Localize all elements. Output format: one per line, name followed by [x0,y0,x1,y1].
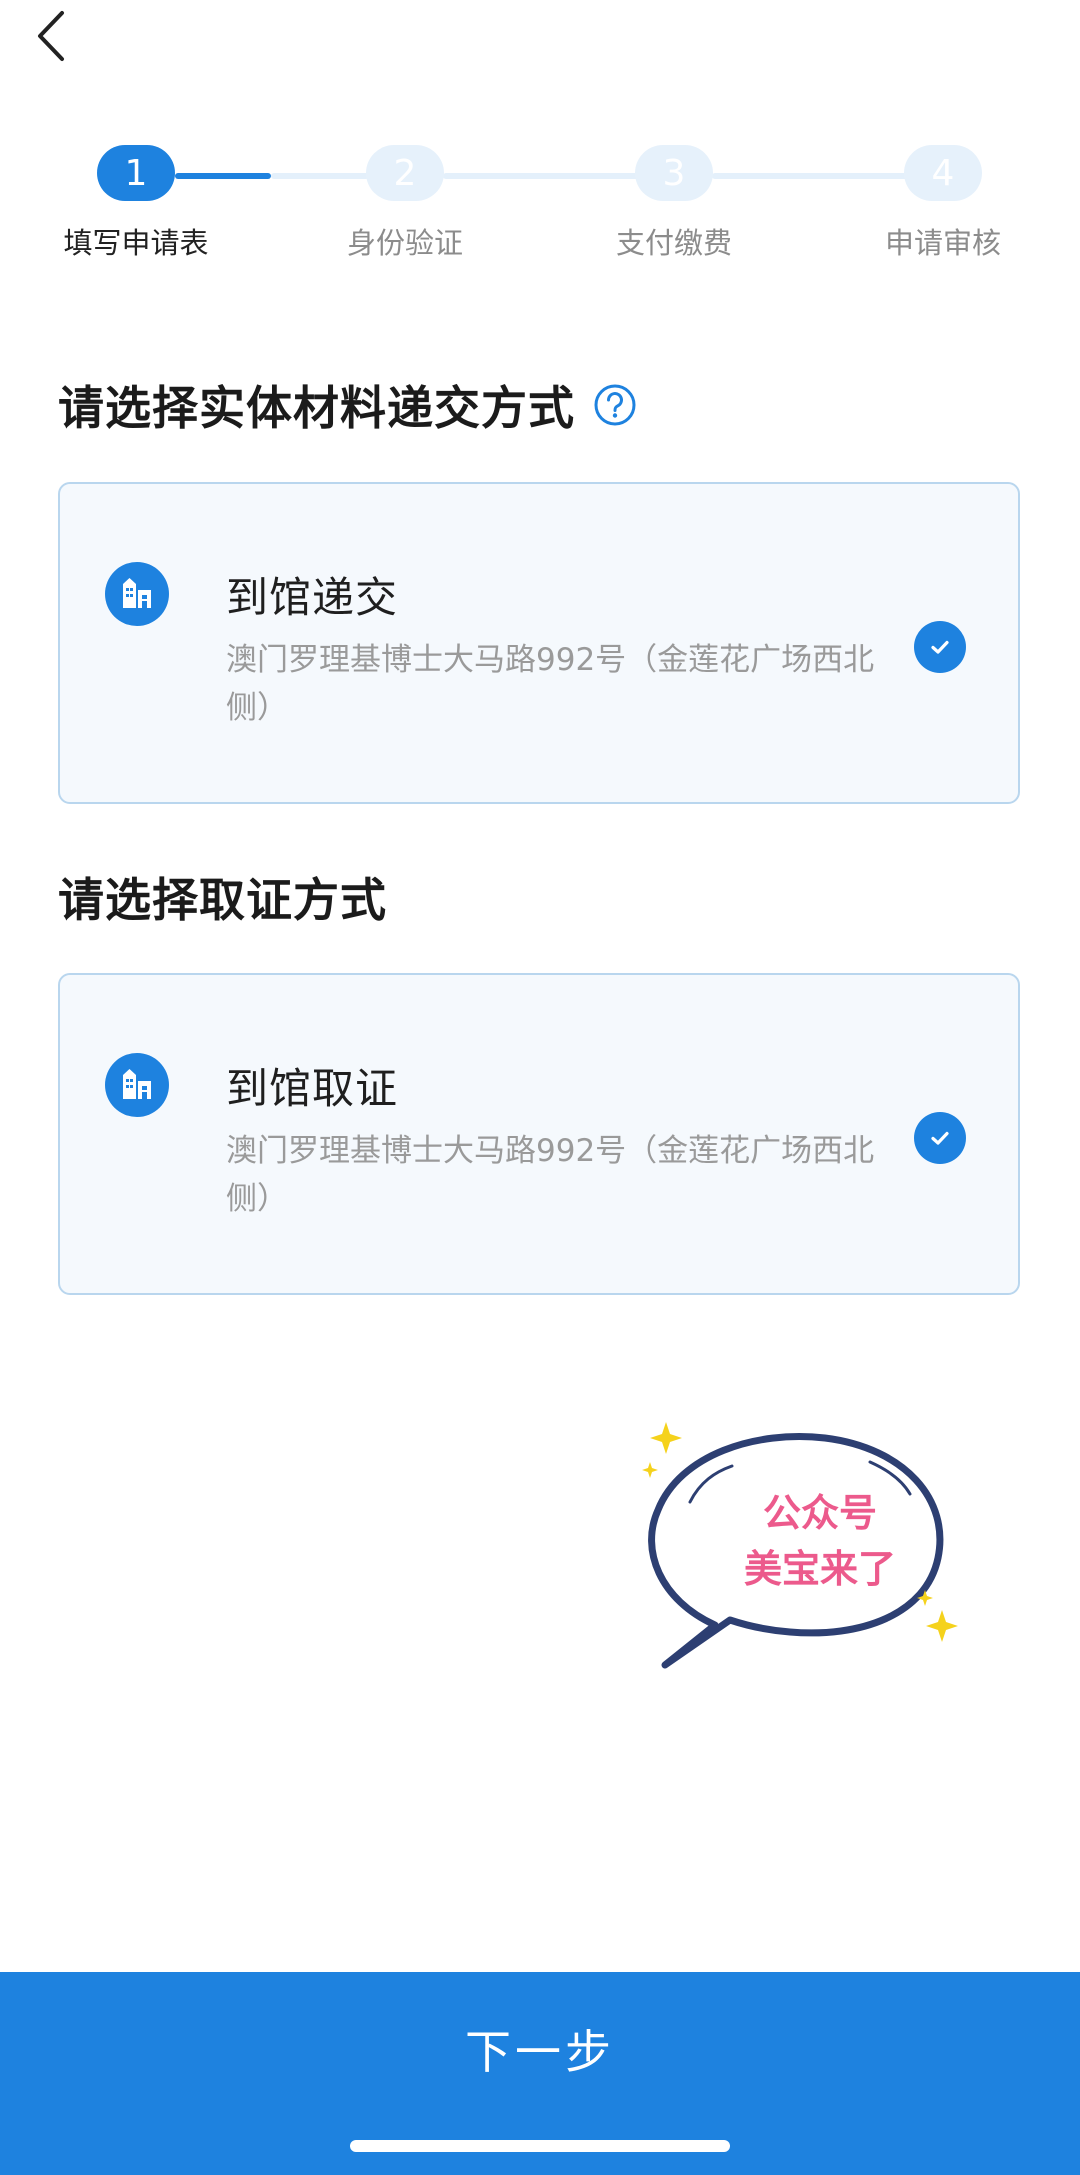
progress-stepper: 1 2 3 4 填写申请表 身份验证 支付缴费 申请审核 [0,145,1080,275]
check-circle-icon[interactable] [914,1112,966,1164]
submission-option-card[interactable]: 到馆递交 澳门罗理基博士大马路992号（金莲花广场西北侧） [58,482,1020,804]
step-connector-1 [175,173,271,179]
step-3-label: 支付缴费 [615,226,732,260]
step-4-label: 申请审核 [884,226,1001,260]
building-icon [105,1053,169,1117]
next-step-button[interactable]: 下一步 [0,1972,1080,2175]
step-connector-2 [443,173,639,179]
step-connector-1b [271,173,369,179]
submission-option-address: 澳门罗理基博士大马路992号（金莲花广场西北侧） [226,642,875,726]
sticker-line-1: 公众号 [762,1491,877,1535]
submission-option-title: 到馆递交 [226,573,399,622]
step-1-circle: 1 [97,145,175,201]
back-button[interactable] [26,6,76,66]
watermark-sticker: 公众号 美宝来了 [620,1410,970,1680]
pickup-option-address: 澳门罗理基博士大马路992号（金莲花广场西北侧） [226,1133,875,1217]
chevron-left-icon [38,11,64,61]
pickup-title-text: 请选择取证方式 [58,873,387,927]
step-connector-3 [712,173,908,179]
building-icon [105,562,169,626]
pickup-section-title: 请选择取证方式 [58,864,387,930]
question-circle-icon[interactable] [593,383,637,427]
submission-title-text: 请选择实体材料递交方式 [58,381,575,435]
step-1-label: 填写申请表 [63,226,209,260]
pickup-option-title: 到馆取证 [226,1064,399,1113]
home-indicator[interactable] [350,2140,730,2152]
next-step-label: 下一步 [465,2025,615,2079]
check-circle-icon[interactable] [914,621,966,673]
step-4-circle: 4 [904,145,982,201]
sticker-line-2: 美宝来了 [743,1547,896,1591]
pickup-option-card[interactable]: 到馆取证 澳门罗理基博士大马路992号（金莲花广场西北侧） [58,973,1020,1295]
step-2-label: 身份验证 [346,226,463,260]
step-2-circle: 2 [366,145,444,201]
step-3-circle: 3 [635,145,713,201]
submission-section-title: 请选择实体材料递交方式 [58,372,637,438]
